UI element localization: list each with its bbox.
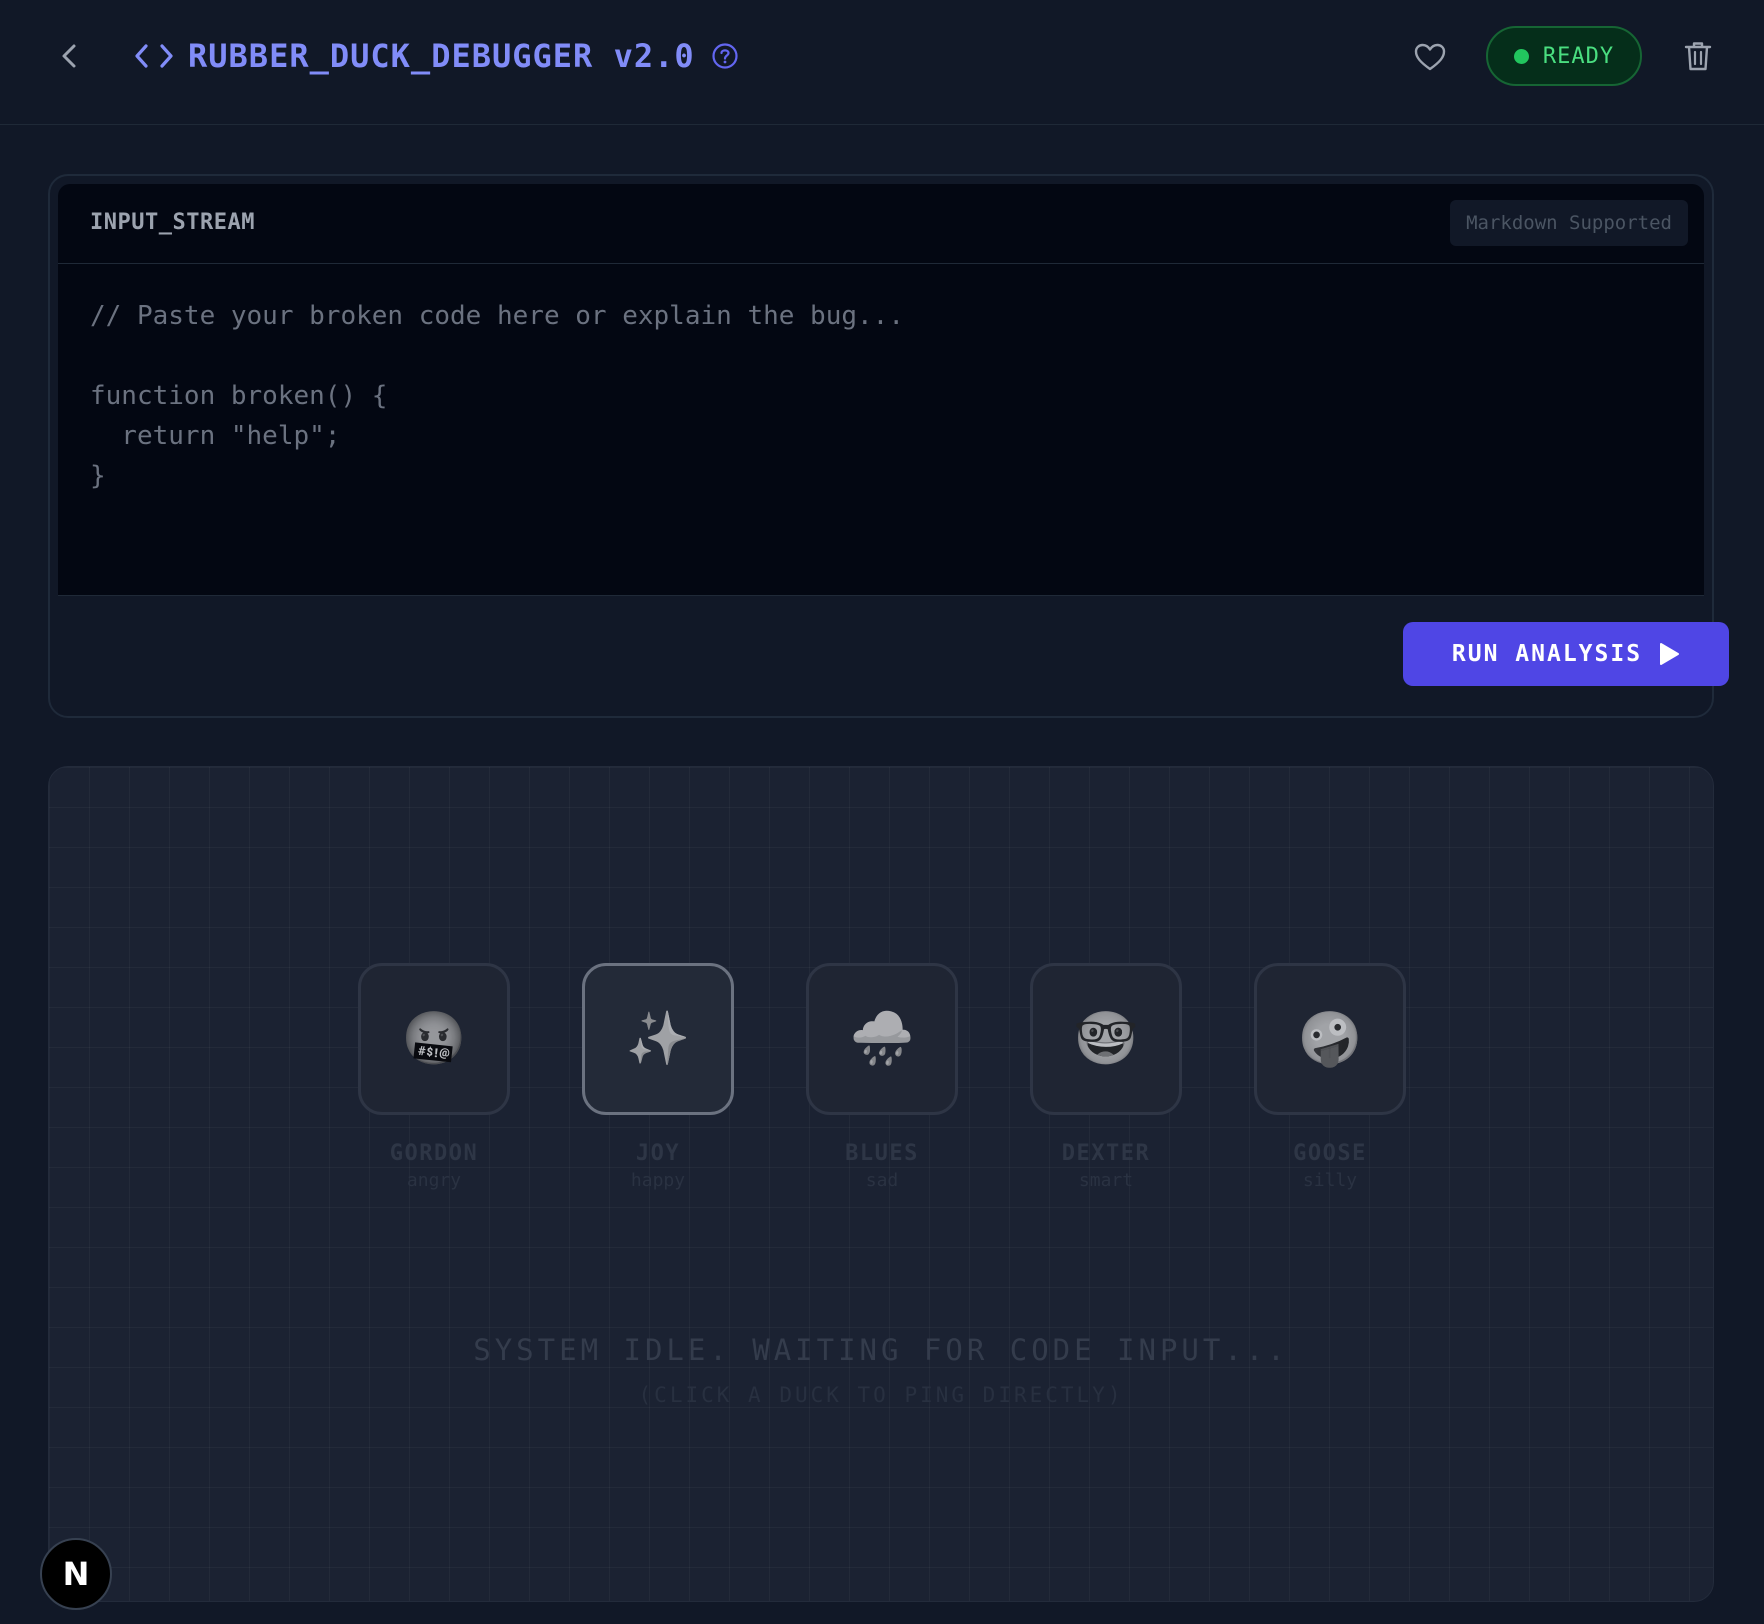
code-input[interactable]: // Paste your broken code here or explai… — [90, 296, 1670, 576]
n-badge-button[interactable]: N — [40, 1538, 112, 1610]
title-group: RUBBER_DUCK_DEBUGGER v2.0 — [134, 34, 741, 78]
editor-label: INPUT_STREAM — [90, 210, 255, 235]
idle-hint: (CLICK A DUCK TO PING DIRECTLY) — [638, 1383, 1124, 1407]
status-dot-icon — [1513, 48, 1529, 64]
chevron-left-icon — [62, 44, 76, 68]
duck-blues[interactable]: 🌧️ BLUES sad — [806, 963, 958, 1191]
play-icon — [1660, 643, 1680, 665]
duck-name: GORDON — [389, 1141, 479, 1166]
duck-mood: happy — [630, 1170, 686, 1191]
favorite-button[interactable] — [1412, 40, 1448, 74]
markdown-badge: Markdown Supported — [1450, 200, 1688, 246]
editor-header: INPUT_STREAM Markdown Supported — [58, 184, 1704, 264]
angry-face-icon: 🤬 — [401, 1009, 467, 1069]
app-title: RUBBER_DUCK_DEBUGGER v2.0 — [188, 37, 695, 75]
n-badge-letter: N — [62, 1555, 90, 1593]
help-icon[interactable] — [711, 41, 741, 71]
duck-mood: angry — [406, 1170, 462, 1191]
trash-icon — [1684, 42, 1712, 71]
duck-gordon[interactable]: 🤬 GORDON angry — [358, 963, 510, 1191]
duck-card[interactable]: ✨ — [582, 963, 734, 1115]
duck-goose[interactable]: 🤪 GOOSE silly — [1254, 963, 1406, 1191]
code-editor: INPUT_STREAM Markdown Supported // Paste… — [58, 184, 1704, 596]
duck-name: BLUES — [845, 1141, 919, 1166]
ducks-panel: 🤬 GORDON angry ✨ JOY happy 🌧️ BLUES sad … — [48, 766, 1714, 1602]
duck-card[interactable]: 🤓 — [1030, 963, 1182, 1115]
duck-name: GOOSE — [1293, 1141, 1367, 1166]
duck-card[interactable]: 🤪 — [1254, 963, 1406, 1115]
duck-mood: smart — [1078, 1170, 1134, 1191]
duck-mood: silly — [1302, 1170, 1358, 1191]
status-text: READY — [1542, 43, 1615, 69]
input-panel: INPUT_STREAM Markdown Supported // Paste… — [48, 174, 1729, 718]
zany-face-icon: 🤪 — [1297, 1009, 1363, 1069]
run-analysis-button[interactable]: RUN ANALYSIS — [1403, 622, 1729, 686]
duck-dexter[interactable]: 🤓 DEXTER smart — [1030, 963, 1182, 1191]
duck-card[interactable]: 🌧️ — [806, 963, 958, 1115]
top-bar: RUBBER_DUCK_DEBUGGER v2.0 READY — [0, 0, 1764, 125]
status-badge: READY — [1486, 26, 1642, 86]
heart-icon — [1414, 43, 1446, 71]
code-icon — [134, 41, 174, 71]
rain-cloud-icon: 🌧️ — [849, 1009, 915, 1069]
duck-card[interactable]: 🤬 — [358, 963, 510, 1115]
nerd-face-icon: 🤓 — [1073, 1009, 1139, 1069]
back-button[interactable] — [52, 38, 88, 74]
idle-message: SYSTEM IDLE. WAITING FOR CODE INPUT... — [473, 1333, 1289, 1367]
sparkles-icon: ✨ — [625, 1009, 691, 1069]
duck-name: JOY — [635, 1141, 681, 1166]
delete-button[interactable] — [1680, 38, 1716, 74]
run-analysis-label: RUN ANALYSIS — [1451, 641, 1643, 667]
duck-joy[interactable]: ✨ JOY happy — [582, 963, 734, 1191]
duck-mood: sad — [865, 1170, 899, 1191]
duck-name: DEXTER — [1061, 1141, 1151, 1166]
